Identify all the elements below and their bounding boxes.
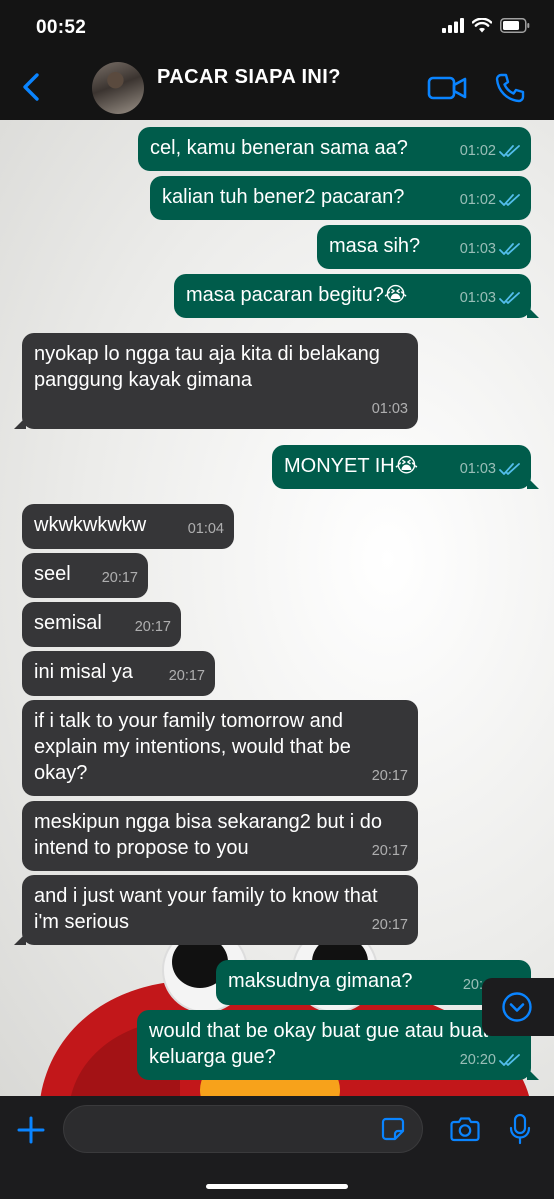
read-ticks-icon	[499, 292, 520, 304]
message-meta: 20:17	[102, 565, 138, 591]
message-meta: 20:20	[460, 1047, 521, 1073]
message-bubble-incoming[interactable]: seel 20:17	[22, 553, 148, 598]
chat-area[interactable]: cel, kamu beneran sama aa? 01:02 kalian …	[0, 120, 554, 1096]
message-meta: 01:04	[188, 516, 224, 542]
message-bubble-incoming[interactable]: ini misal ya 20:17	[22, 651, 215, 696]
phone-call-icon[interactable]	[494, 72, 526, 104]
status-icons	[442, 18, 530, 33]
contact-avatar[interactable]	[92, 62, 144, 114]
read-ticks-icon	[499, 463, 520, 475]
message-meta: 01:02	[460, 187, 521, 213]
message-meta: 01:03	[460, 236, 521, 262]
message-text: meskipun ngga bisa sekarang2 but i do in…	[34, 811, 388, 859]
video-call-icon[interactable]	[427, 74, 467, 102]
message-meta: 01:03	[460, 456, 521, 482]
contact-name[interactable]: PACAR SIAPA INI?	[157, 66, 341, 89]
message-bubble-incoming[interactable]: semisal 20:17	[22, 602, 181, 647]
message-bubble-incoming[interactable]: and i just want your family to know that…	[14, 875, 418, 945]
message-bubble-outgoing[interactable]: would that be okay buat gue atau buat ke…	[137, 1010, 539, 1080]
message-time: 01:04	[187, 521, 224, 537]
message-text: nyokap lo ngga tau aja kita di belakang …	[34, 343, 386, 391]
message-time: 01:03	[459, 290, 496, 306]
message-time: 01:03	[459, 461, 496, 477]
message-input-bar	[0, 1096, 554, 1199]
message-time: 20:17	[101, 570, 138, 586]
status-time: 00:52	[36, 17, 87, 38]
message-bubble-incoming[interactable]: wkwkwkwkw 01:04	[22, 504, 234, 549]
message-bubble-outgoing[interactable]: masa pacaran begitu?😭 01:03	[174, 274, 539, 318]
message-time: 20:17	[371, 917, 408, 933]
message-bubble-outgoing[interactable]: kalian tuh bener2 pacaran? 01:02	[150, 176, 531, 220]
message-meta: 20:17	[372, 838, 408, 864]
message-time: 20:17	[371, 843, 408, 859]
read-ticks-icon	[499, 194, 520, 206]
message-time: 20:17	[168, 668, 205, 684]
message-bubble-incoming[interactable]: meskipun ngga bisa sekarang2 but i do in…	[22, 801, 418, 871]
message-bubble-incoming[interactable]: nyokap lo ngga tau aja kita di belakang …	[14, 333, 418, 429]
wifi-icon	[472, 18, 492, 33]
message-bubble-incoming[interactable]: if i talk to your family tomorrow and ex…	[22, 700, 418, 796]
read-ticks-icon	[499, 243, 520, 255]
message-input[interactable]	[63, 1105, 423, 1153]
message-time: 01:03	[371, 401, 408, 417]
message-meta: 01:03	[460, 285, 521, 311]
message-meta: 01:02	[460, 138, 521, 164]
camera-icon[interactable]	[450, 1116, 480, 1142]
message-meta: 20:17	[169, 663, 205, 689]
scroll-to-bottom-button[interactable]	[482, 978, 554, 1036]
message-time: 20:17	[134, 619, 171, 635]
home-indicator	[206, 1184, 348, 1189]
back-chevron-icon[interactable]	[18, 72, 44, 102]
message-time: 20:20	[459, 1052, 496, 1068]
sticker-icon[interactable]	[381, 1117, 405, 1141]
status-bar: 00:52	[0, 0, 554, 52]
microphone-icon[interactable]	[509, 1113, 531, 1145]
message-text: and i just want your family to know that…	[34, 885, 384, 933]
message-meta: 20:17	[372, 912, 408, 938]
message-bubble-outgoing[interactable]: masa sih? 01:03	[317, 225, 531, 269]
chevron-down-circle-icon	[502, 992, 532, 1022]
message-text: if i talk to your family tomorrow and ex…	[34, 710, 357, 784]
message-bubble-outgoing[interactable]: MONYET IH😭 01:03	[272, 445, 539, 489]
message-meta: 20:17	[135, 614, 171, 640]
message-time: 20:	[462, 977, 483, 993]
message-bubble-outgoing[interactable]: cel, kamu beneran sama aa? 01:02	[138, 127, 531, 171]
message-time: 20:17	[371, 768, 408, 784]
message-time: 01:02	[459, 192, 496, 208]
message-time: 01:02	[459, 143, 496, 159]
signal-icon	[442, 18, 464, 33]
read-ticks-icon	[499, 145, 520, 157]
message-meta: 01:03	[372, 396, 408, 422]
message-meta: 20:	[463, 972, 483, 998]
read-ticks-icon	[499, 1054, 520, 1066]
message-time: 01:03	[459, 241, 496, 257]
plus-icon[interactable]	[16, 1115, 46, 1145]
chat-header: PACAR SIAPA INI?	[0, 52, 554, 120]
battery-icon	[500, 18, 530, 33]
message-meta: 20:17	[372, 763, 408, 789]
